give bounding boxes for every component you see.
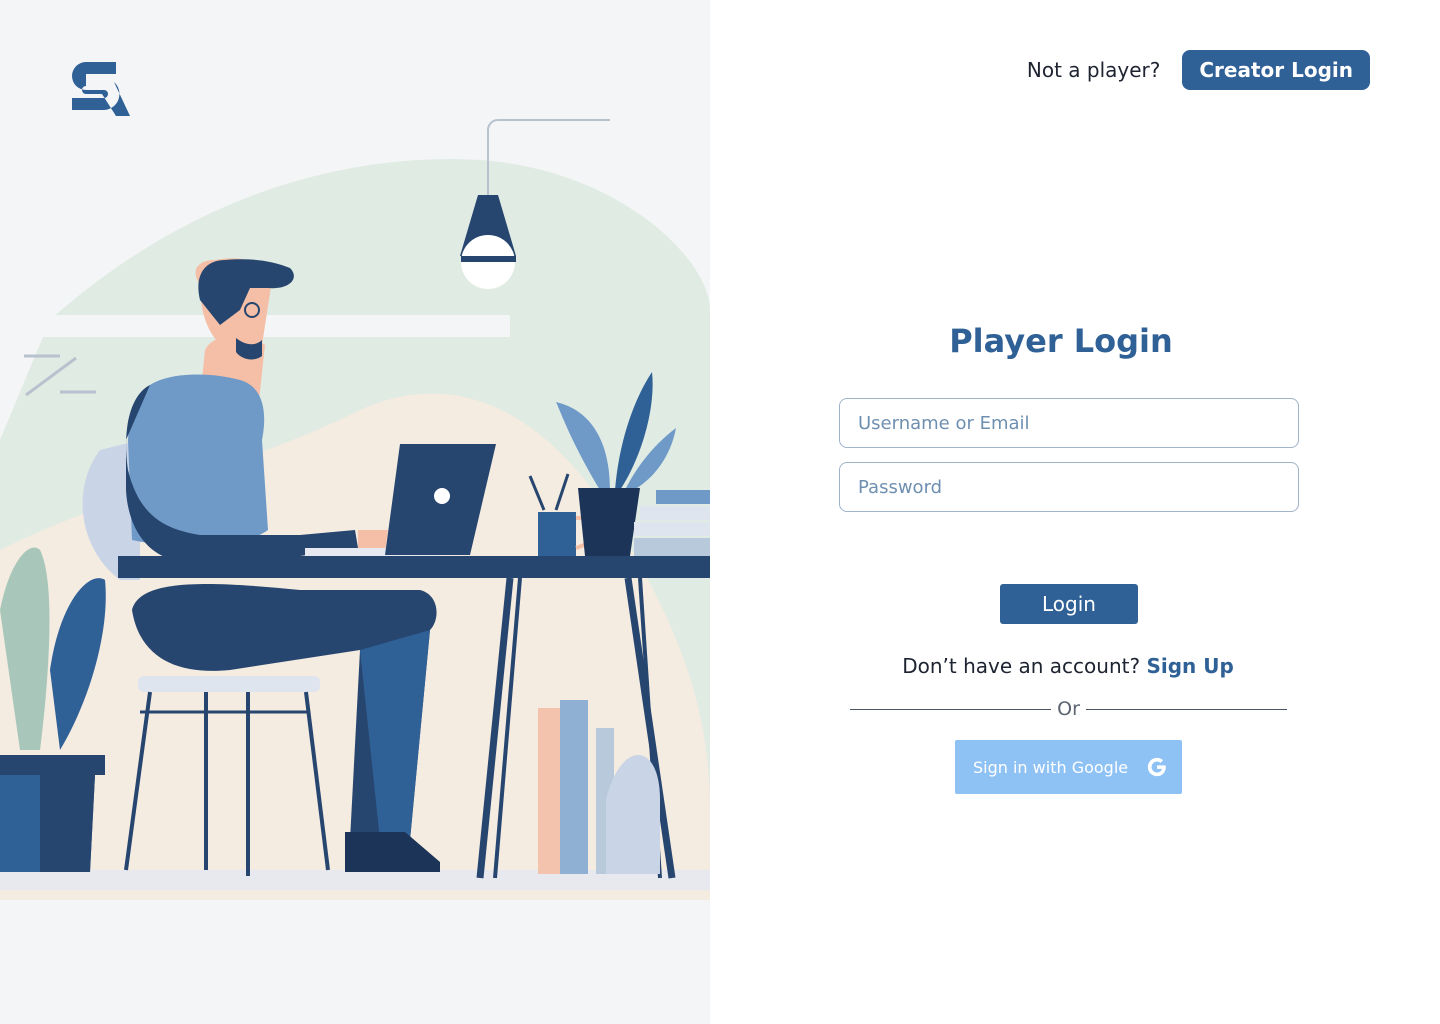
person-at-desk-illustration xyxy=(0,119,710,900)
or-divider: Or xyxy=(850,698,1287,720)
sr-logo-icon xyxy=(72,62,130,116)
google-signin-button[interactable]: Sign in with Google xyxy=(955,740,1182,794)
login-panel: Not a player? Creator Login Player Login… xyxy=(710,0,1440,1024)
google-g-icon xyxy=(1147,757,1166,777)
login-button[interactable]: Login xyxy=(1000,584,1138,624)
username-field[interactable] xyxy=(839,398,1299,448)
sign-up-link[interactable]: Sign Up xyxy=(1146,654,1233,678)
password-field[interactable] xyxy=(839,462,1299,512)
divider-line-right xyxy=(1085,708,1287,710)
page-title: Player Login xyxy=(949,322,1173,360)
divider-label: Or xyxy=(1057,698,1080,720)
top-bar: Not a player? Creator Login xyxy=(1027,50,1370,90)
signup-prompt: Don’t have an account? xyxy=(902,654,1141,678)
google-signin-label: Sign in with Google xyxy=(973,757,1129,777)
illustration-panel xyxy=(0,0,710,1024)
creator-login-button[interactable]: Creator Login xyxy=(1182,50,1370,90)
signup-row: Don’t have an account? Sign Up xyxy=(710,654,1426,678)
divider-line-left xyxy=(850,708,1052,710)
not-player-text: Not a player? xyxy=(1026,58,1161,82)
